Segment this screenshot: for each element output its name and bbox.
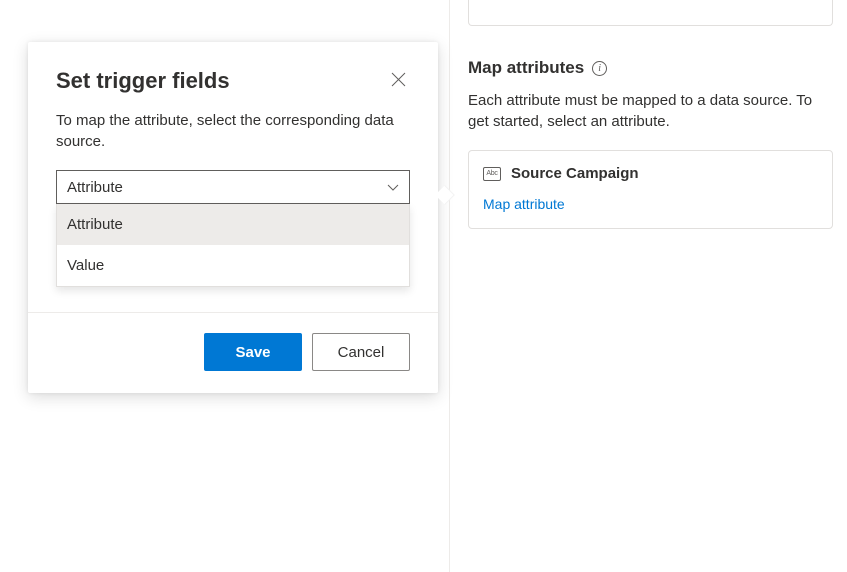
text-type-icon: Abc xyxy=(483,167,501,181)
dropdown-wrapper: Attribute Attribute Value xyxy=(56,170,410,204)
vertical-divider xyxy=(449,0,450,572)
map-attributes-title: Map attributes xyxy=(468,58,584,78)
dialog-header: Set trigger fields xyxy=(28,42,438,102)
dropdown-option-value[interactable]: Value xyxy=(57,245,409,286)
close-button[interactable] xyxy=(387,68,410,91)
info-icon[interactable]: i xyxy=(592,61,607,76)
callout-beak xyxy=(435,185,455,205)
attribute-card[interactable]: Abc Source Campaign Map attribute xyxy=(468,150,833,229)
map-attributes-description: Each attribute must be mapped to a data … xyxy=(468,90,833,132)
close-icon xyxy=(391,72,406,87)
save-button[interactable]: Save xyxy=(204,333,302,371)
attribute-card-header: Abc Source Campaign xyxy=(483,165,818,182)
right-panel: Map attributes i Each attribute must be … xyxy=(468,0,833,229)
dropdown-selected-value: Attribute xyxy=(67,179,123,196)
dialog-footer: Save Cancel xyxy=(28,312,438,393)
attribute-dropdown[interactable]: Attribute xyxy=(56,170,410,204)
attribute-name: Source Campaign xyxy=(511,165,639,182)
dropdown-listbox: Attribute Value xyxy=(56,204,410,287)
dialog-description: To map the attribute, select the corresp… xyxy=(56,110,410,152)
section-heading: Map attributes i xyxy=(468,58,833,78)
set-trigger-fields-dialog: Set trigger fields To map the attribute,… xyxy=(28,42,438,393)
dialog-title: Set trigger fields xyxy=(56,68,230,94)
top-card-fragment xyxy=(468,0,833,26)
map-attribute-link[interactable]: Map attribute xyxy=(483,196,565,212)
dialog-body: To map the attribute, select the corresp… xyxy=(28,102,438,222)
chevron-down-icon xyxy=(387,181,399,193)
dropdown-option-attribute[interactable]: Attribute xyxy=(57,204,409,245)
cancel-button[interactable]: Cancel xyxy=(312,333,410,371)
